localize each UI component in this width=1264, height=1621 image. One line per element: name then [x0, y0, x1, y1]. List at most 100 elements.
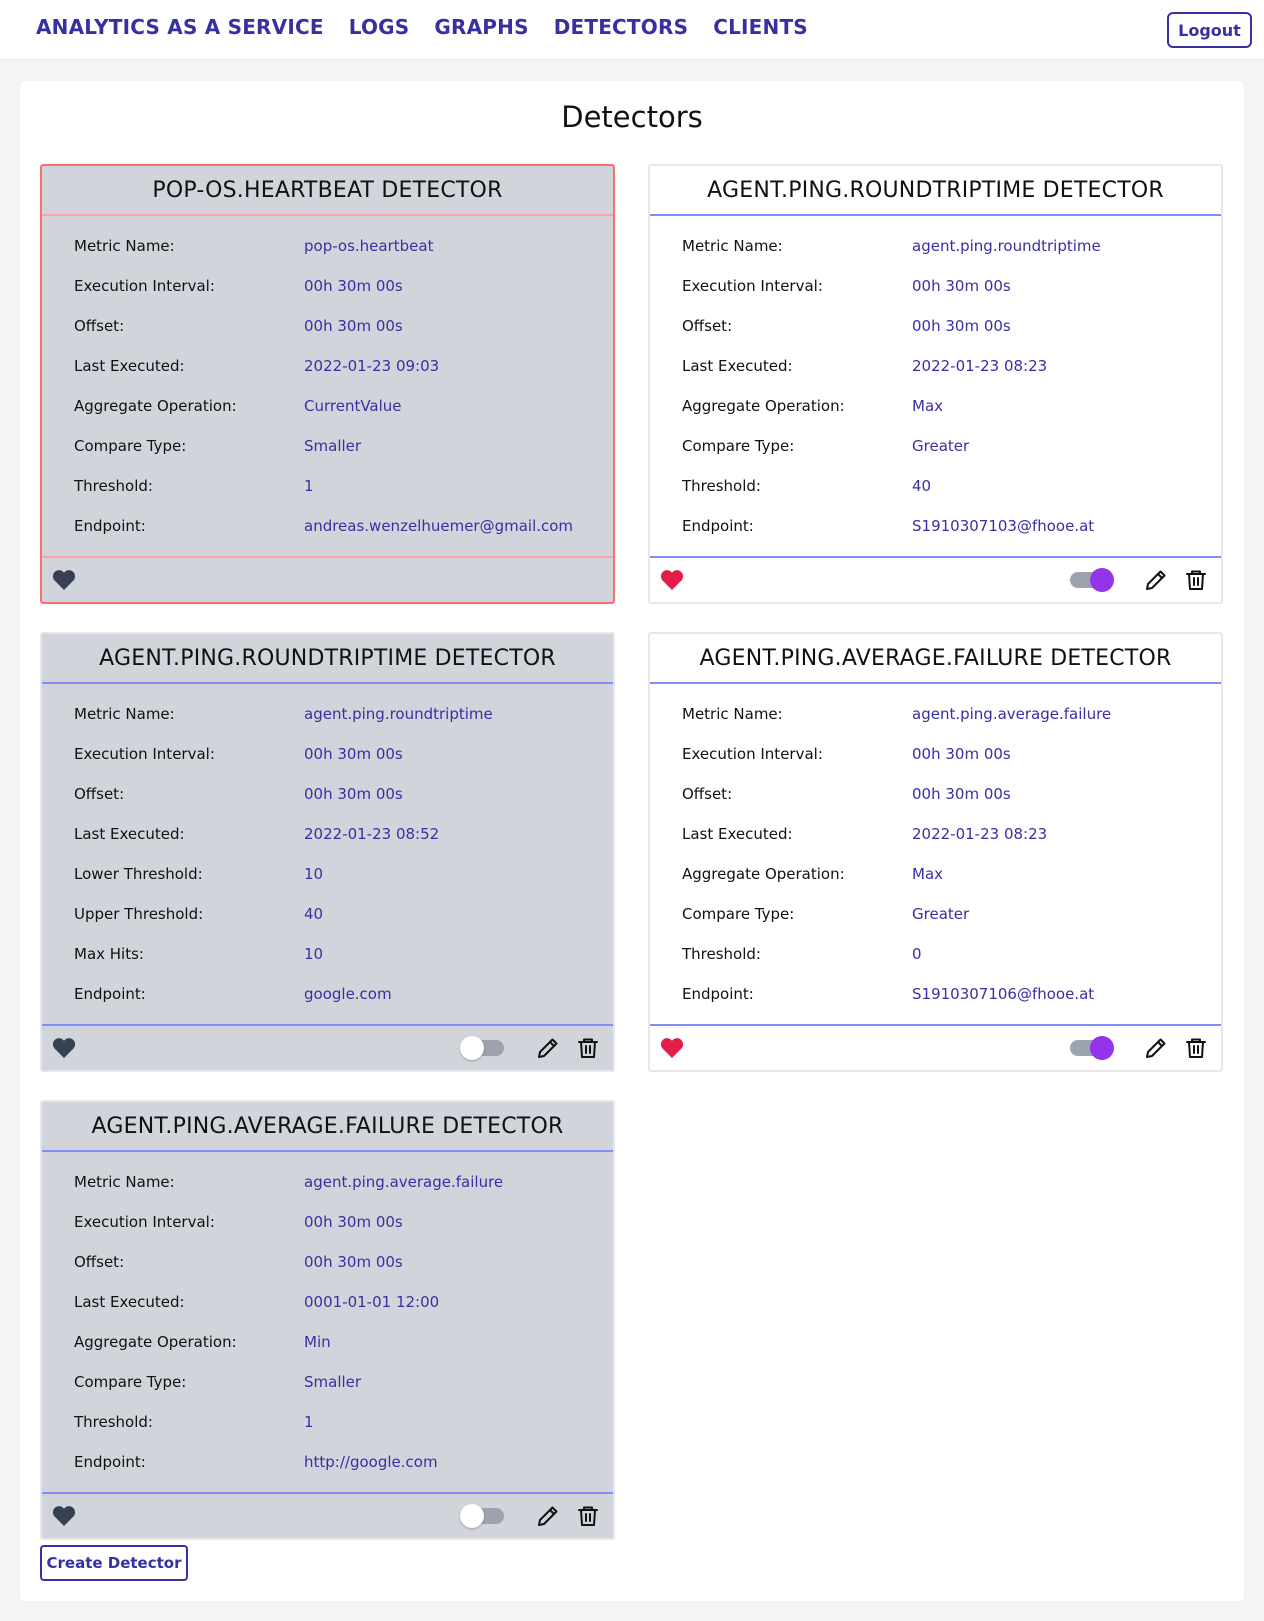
detail-row: Upper Threshold: 40 — [42, 894, 613, 934]
detail-row: Compare Type: Smaller — [42, 1362, 613, 1402]
favorite-heart-icon[interactable] — [52, 1505, 76, 1527]
detail-label: Metric Name: — [74, 1173, 175, 1191]
detector-details: Metric Name: pop-os.heartbeat Execution In… — [42, 216, 613, 556]
detail-row: Last Executed: 2022-01-23 09:03 — [42, 346, 613, 386]
edit-pencil-icon[interactable] — [1144, 568, 1168, 592]
detail-row: Threshold: 40 — [650, 466, 1221, 506]
detail-row: Execution Interval: 00h 30m 00s — [42, 266, 613, 306]
detail-row: Execution Interval: 00h 30m 00s — [42, 734, 613, 774]
detail-row: Last Executed: 2022-01-23 08:52 — [42, 814, 613, 854]
detail-value: 00h 30m 00s — [912, 277, 1011, 295]
create-detector-button[interactable]: Create Detector — [40, 1545, 188, 1581]
detail-label: Offset: — [74, 1253, 125, 1271]
detail-row: Endpoint: http://google.com — [42, 1442, 613, 1482]
detail-value: Min — [304, 1333, 331, 1351]
detail-label: Compare Type: — [682, 905, 795, 923]
detail-label: Last Executed: — [682, 357, 793, 375]
detail-label: Lower Threshold: — [74, 865, 203, 883]
detector-details: Metric Name: agent.ping.roundtriptime Exec… — [42, 684, 613, 1024]
logout-button[interactable]: Logout — [1167, 12, 1252, 48]
detail-label: Aggregate Operation: — [74, 397, 237, 415]
favorite-heart-icon[interactable] — [52, 569, 76, 591]
detail-label: Metric Name: — [74, 705, 175, 723]
detail-value: 00h 30m 00s — [912, 785, 1011, 803]
detail-row: Compare Type: Greater — [650, 894, 1221, 934]
edit-pencil-icon[interactable] — [1144, 1036, 1168, 1060]
favorite-heart-icon[interactable] — [52, 1037, 76, 1059]
detail-row: Offset: 00h 30m 00s — [42, 306, 613, 346]
detail-value: agent.ping.roundtriptime — [304, 705, 493, 723]
detector-actions — [650, 1024, 1221, 1070]
detail-value: S1910307103@fhooe.at — [912, 517, 1095, 535]
detail-row: Threshold: 1 — [42, 1402, 613, 1442]
detail-value: andreas.wenzelhuemer@gmail.com — [304, 517, 574, 535]
detail-row: Execution Interval: 00h 30m 00s — [650, 734, 1221, 774]
detail-value: Greater — [912, 437, 970, 455]
detector-actions — [42, 1492, 613, 1538]
detector-title: AGENT.PING.ROUNDTRIPTIME DETECTOR — [42, 634, 613, 684]
detector-details: Metric Name: agent.ping.roundtriptime Exec… — [650, 216, 1221, 556]
detail-label: Endpoint: — [74, 1453, 146, 1471]
nav-link-detectors[interactable]: DETECTORS — [554, 15, 689, 39]
delete-trash-icon[interactable] — [576, 1036, 600, 1060]
detail-row: Max Hits: 10 — [42, 934, 613, 974]
detail-row: Aggregate Operation: Min — [42, 1322, 613, 1362]
detector-title: AGENT.PING.AVERAGE.FAILURE DETECTOR — [42, 1102, 613, 1152]
detail-row: Execution Interval: 00h 30m 00s — [42, 1202, 613, 1242]
detail-row: Offset: 00h 30m 00s — [42, 1242, 613, 1282]
detector-actions — [42, 556, 613, 602]
detector-title: AGENT.PING.ROUNDTRIPTIME DETECTOR — [650, 166, 1221, 216]
detail-value: 0 — [912, 945, 922, 963]
toggle-knob — [1090, 1036, 1114, 1060]
favorite-heart-icon[interactable] — [660, 1037, 684, 1059]
detail-value: pop-os.heartbeat — [304, 237, 434, 255]
detail-row: Last Executed: 2022-01-23 08:23 — [650, 814, 1221, 854]
detail-row: Execution Interval: 00h 30m 00s — [650, 266, 1221, 306]
detail-label: Endpoint: — [682, 985, 754, 1003]
detail-label: Metric Name: — [74, 237, 175, 255]
top-nav: ANALYTICS AS A SERVICE LOGS GRAPHS DETEC… — [0, 0, 1264, 60]
detail-label: Execution Interval: — [682, 745, 823, 763]
detector-actions — [42, 1024, 613, 1070]
nav-link-clients[interactable]: CLIENTS — [713, 15, 808, 39]
nav-link-logs[interactable]: LOGS — [349, 15, 410, 39]
detail-label: Endpoint: — [74, 985, 146, 1003]
enable-toggle[interactable] — [1068, 568, 1114, 592]
detail-value: 1 — [304, 477, 314, 495]
favorite-heart-icon[interactable] — [660, 569, 684, 591]
detail-label: Threshold: — [682, 945, 761, 963]
detail-row: Metric Name: pop-os.heartbeat — [42, 226, 613, 266]
detail-value: google.com — [304, 985, 392, 1003]
detail-value: Max — [912, 865, 944, 883]
detail-value: 0001-01-01 12:00 — [304, 1293, 440, 1311]
detail-label: Offset: — [74, 317, 125, 335]
detail-label: Metric Name: — [682, 705, 783, 723]
edit-pencil-icon[interactable] — [536, 1504, 560, 1528]
detail-row: Endpoint: S1910307103@fhooe.at — [650, 506, 1221, 546]
detail-value: 10 — [304, 945, 324, 963]
delete-trash-icon[interactable] — [1184, 1036, 1208, 1060]
detail-row: Threshold: 1 — [42, 466, 613, 506]
detail-row: Endpoint: S1910307106@fhooe.at — [650, 974, 1221, 1014]
enable-toggle[interactable] — [460, 1504, 506, 1528]
delete-trash-icon[interactable] — [576, 1504, 600, 1528]
enable-toggle[interactable] — [460, 1036, 506, 1060]
nav-link-home[interactable]: ANALYTICS AS A SERVICE — [36, 15, 324, 39]
edit-pencil-icon[interactable] — [536, 1036, 560, 1060]
detail-row: Offset: 00h 30m 00s — [650, 306, 1221, 346]
detail-label: Offset: — [682, 785, 733, 803]
detail-row: Metric Name: agent.ping.roundtriptime — [650, 226, 1221, 266]
detail-row: Endpoint: google.com — [42, 974, 613, 1014]
delete-trash-icon[interactable] — [1184, 568, 1208, 592]
detail-value: 00h 30m 00s — [304, 745, 403, 763]
detector-title: AGENT.PING.AVERAGE.FAILURE DETECTOR — [650, 634, 1221, 684]
enable-toggle[interactable] — [1068, 1036, 1114, 1060]
nav-link-graphs[interactable]: GRAPHS — [434, 15, 528, 39]
detector-card: AGENT.PING.ROUNDTRIPTIME DETECTOR Metric … — [40, 632, 615, 1072]
detector-actions — [650, 556, 1221, 602]
detail-label: Offset: — [682, 317, 733, 335]
detail-value: Smaller — [304, 1373, 362, 1391]
detail-label: Endpoint: — [74, 517, 146, 535]
detail-row: Aggregate Operation: CurrentValue — [42, 386, 613, 426]
detail-value: Max — [912, 397, 944, 415]
